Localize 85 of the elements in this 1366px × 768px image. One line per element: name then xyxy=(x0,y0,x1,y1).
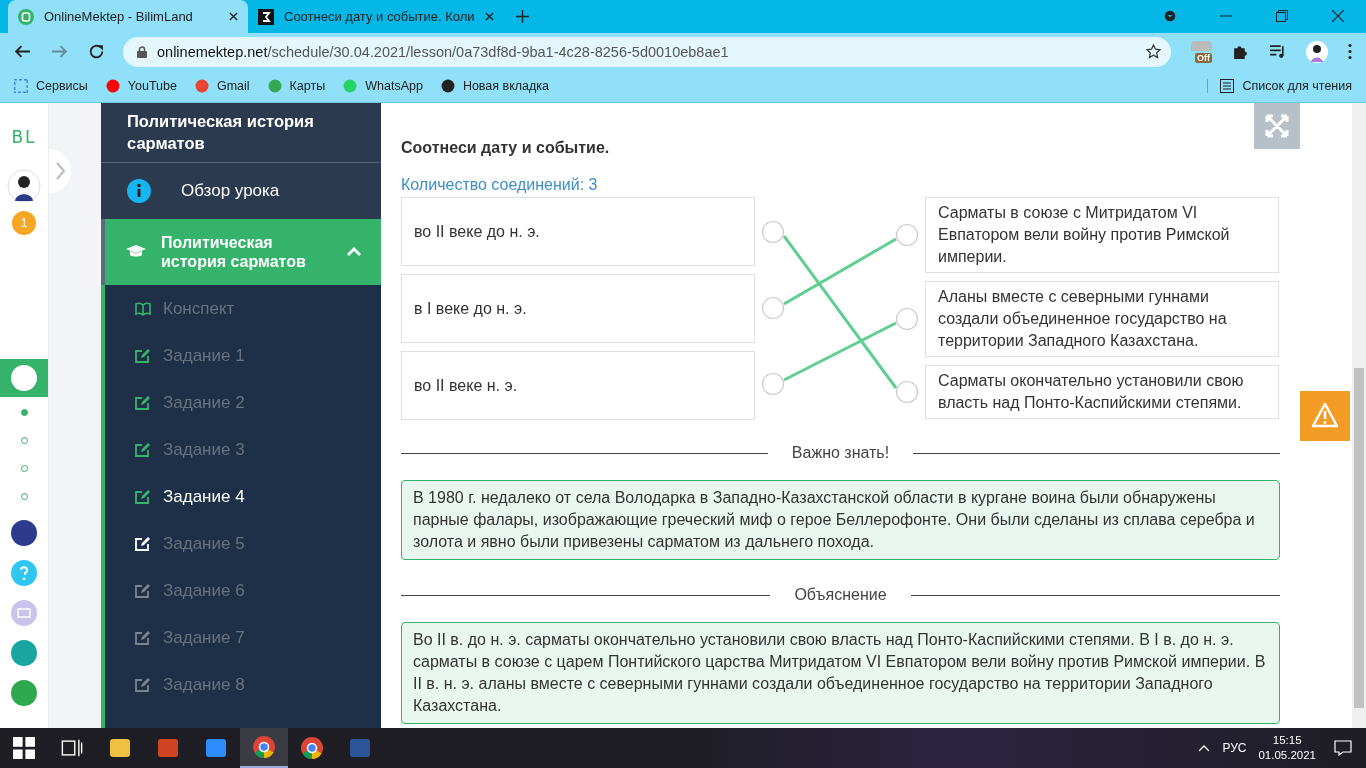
connector-dot[interactable] xyxy=(895,380,919,404)
reading-list-button[interactable]: Список для чтения xyxy=(1207,79,1352,93)
site-favicon-icon xyxy=(258,8,274,25)
edit-icon xyxy=(135,630,151,645)
app-icon xyxy=(349,737,371,759)
browser-icon xyxy=(253,736,275,758)
edit-icon xyxy=(135,489,151,504)
event-card[interactable]: Аланы вместе с северными гуннами создали объединенное государство на территории Западного Казахстана. xyxy=(925,281,1279,357)
new-tab-icon[interactable] xyxy=(515,10,529,23)
connector-dot[interactable] xyxy=(761,296,785,320)
bookmark-icon xyxy=(14,79,28,93)
bookmark-link[interactable]: YouTube xyxy=(105,79,177,93)
edit-icon xyxy=(135,677,151,692)
event-card[interactable]: Сарматы в союзе с Митридатом VI Евпатором вели войну против Римской империи. xyxy=(925,197,1279,273)
bookmark-link[interactable]: WhatsApp xyxy=(343,79,423,93)
round-logo-icon[interactable] xyxy=(11,520,37,546)
task-view-icon xyxy=(61,737,83,759)
bookmark-icon xyxy=(194,79,209,93)
round-logo-icon xyxy=(11,365,37,391)
bookmark-star-icon[interactable] xyxy=(1145,44,1161,59)
app-icon xyxy=(205,737,227,759)
connector-dot[interactable] xyxy=(895,307,919,331)
edit-icon xyxy=(135,395,151,410)
connections-count: Количество соединений: 3 xyxy=(401,176,599,194)
address-bar[interactable]: onlinemektep.net/schedule/30.04.2021/lesson/0a73df8d-9ba1-4c28-8256-5d0010eb8ae1 xyxy=(123,36,1171,67)
date-card[interactable]: в I веке до н. э. xyxy=(401,274,755,343)
app-icon xyxy=(157,737,179,759)
connector-dot[interactable] xyxy=(761,372,785,396)
edit-icon xyxy=(135,348,151,363)
edit-icon xyxy=(135,536,151,551)
close-icon[interactable] xyxy=(229,12,238,21)
bookmark-icon xyxy=(105,79,120,93)
app-icon xyxy=(109,737,131,759)
close-icon[interactable] xyxy=(484,12,494,21)
book-icon xyxy=(135,301,151,316)
tab-search-icon[interactable] xyxy=(1164,10,1176,22)
browser-icon xyxy=(301,737,323,759)
taskbar-app[interactable] xyxy=(240,728,288,768)
edit-icon xyxy=(135,583,151,598)
lock-icon xyxy=(137,45,147,58)
lesson-overview-item[interactable]: Обзор урока xyxy=(101,163,381,219)
info-text: В 1980 г. недалеко от села Володарка в Западно-Казахстанской области в кургане воина были обнаружены парные фалары, изображающие греческий миф о герое Беллерофонте. Они были сделаны из сплава серебра и золота и явно были привезены сарматом из дальнего похода. xyxy=(401,480,1280,560)
scrollbar-thumb[interactable] xyxy=(1354,368,1364,708)
bookmark-link[interactable]: Карты xyxy=(267,79,326,93)
bookmark-icon xyxy=(343,79,358,93)
menu-icon[interactable] xyxy=(1348,43,1352,60)
windows-logo-icon xyxy=(13,737,35,759)
platform-tab[interactable] xyxy=(0,359,48,397)
restore-icon[interactable] xyxy=(1276,10,1288,22)
edit-icon xyxy=(135,442,151,457)
task-title: Соотнеси дату и событие. xyxy=(401,139,611,157)
info-icon xyxy=(127,179,151,203)
connector-dot[interactable] xyxy=(761,220,785,244)
user-avatar-icon[interactable] xyxy=(7,169,41,203)
list-icon xyxy=(1220,79,1235,93)
reload-icon[interactable] xyxy=(88,43,105,60)
profile-avatar-icon[interactable] xyxy=(1306,40,1328,63)
event-card[interactable]: Сарматы окончательно установили свою власть над Понто-Каспийскими степями. xyxy=(925,365,1279,419)
back-arrow-icon[interactable] xyxy=(14,43,31,60)
close-icon[interactable] xyxy=(1332,10,1344,22)
bookmark-icon xyxy=(440,79,455,93)
bookmark-link[interactable]: Сервисы xyxy=(14,79,88,93)
date-card[interactable]: во II веке до н. э. xyxy=(401,197,755,266)
date-card[interactable]: во II веке н. э. xyxy=(401,351,755,420)
notifications-icon[interactable] xyxy=(1334,740,1352,756)
puzzle-icon[interactable] xyxy=(1232,43,1249,60)
url-text: onlinemektep.net/schedule/30.04.2021/lesson/0a73df8d-9ba1-4c28-8256-5d0010eb8ae1 xyxy=(157,43,729,60)
browser-tab[interactable]: Соотнеси дату и событие. Коли xyxy=(248,0,504,33)
browser-tab[interactable]: OnlineMektep - BilimLand xyxy=(8,0,248,33)
clock[interactable]: 15:15 01.05.2021 xyxy=(1258,733,1316,763)
explanation-text: Во II в. до н. э. сарматы окончательно установили свою власть над Понто-Каспийскими степями. В I в. до н. э. сарматы в союзе с царем Понтийского царства Митридатом VI Евпатором вели войну против Римской империи. В II в. н. э. аланы вместе с северными гуннами создали объединенное государство на территории Западного Казахстана. xyxy=(401,622,1280,724)
bookmark-link[interactable]: Новая вкладка xyxy=(440,79,550,93)
media-controls-icon[interactable] xyxy=(1269,43,1286,60)
bookmark-link[interactable]: Gmail xyxy=(194,79,250,93)
section-heading: Важно знать! xyxy=(791,444,890,462)
connector-dot[interactable] xyxy=(895,223,919,247)
site-favicon-icon xyxy=(18,8,34,25)
extension-button[interactable]: Off xyxy=(1190,40,1212,63)
pager-dot[interactable] xyxy=(20,409,28,416)
bookmark-icon xyxy=(267,79,282,93)
language-indicator[interactable]: РУС xyxy=(1222,741,1247,755)
caret-icon[interactable] xyxy=(1198,744,1211,752)
chevron-icon xyxy=(347,247,361,257)
section-heading: Объяснение xyxy=(794,586,887,604)
lesson-menu-item[interactable]: Задание 4 xyxy=(105,473,381,520)
